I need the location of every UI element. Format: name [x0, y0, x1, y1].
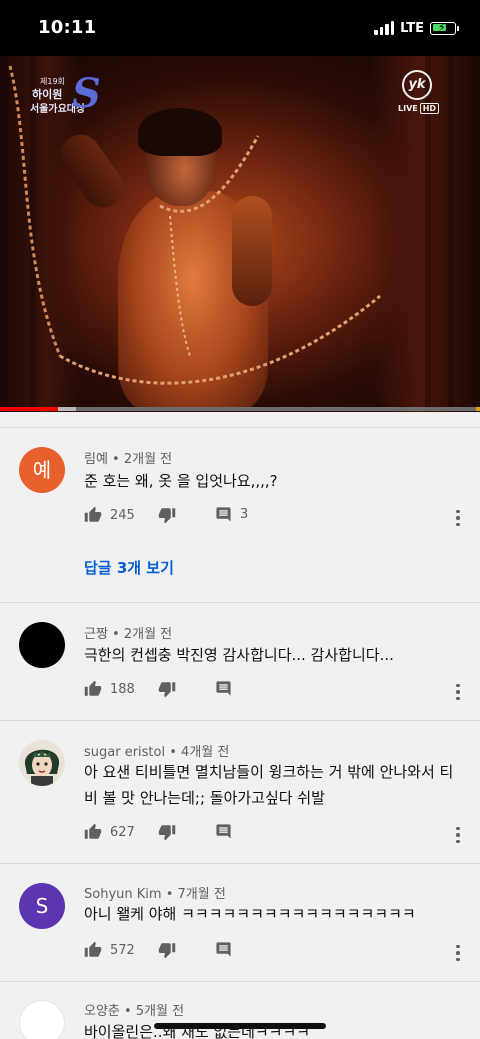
comment-meta: sugar eristol • 4개월 전 [84, 745, 230, 760]
progress-buffered [57, 407, 76, 411]
comment-actions: 627 [84, 823, 474, 847]
comment-author: 오양춘 [84, 1004, 120, 1019]
reply-count: 3 [240, 507, 249, 522]
comment-item: 오양춘 • 5개월 전 바이올린은..왜 재도 없는데ㅋㅋㅋㅋ [0, 981, 480, 1039]
comment-time: 5개월 전 [135, 1004, 185, 1019]
comment-meta: 오양춘 • 5개월 전 [84, 1004, 185, 1019]
more-vert-icon[interactable] [454, 823, 462, 847]
like-button[interactable]: 245 [84, 506, 135, 524]
reply-button[interactable] [215, 680, 232, 697]
like-button[interactable]: 627 [84, 823, 135, 841]
thumb-down-icon [158, 825, 176, 841]
like-count: 627 [110, 824, 135, 840]
status-indicators: LTE ⚡ [374, 19, 459, 37]
thumb-down-icon [158, 508, 176, 524]
comment-icon [216, 824, 231, 839]
comment-item: S Sohyun Kim • 7개월 전 아니 왤케 야해 ㅋㅋㅋㅋㅋㅋㅋㅋㅋㅋ… [0, 863, 480, 981]
comment-item: 근짱 • 2개월 전 극한의 컨셉충 박진영 감사합니다... 감사합니다...… [0, 602, 480, 720]
reply-button[interactable] [215, 823, 232, 840]
thumb-up-icon [84, 680, 102, 696]
comment-icon [216, 942, 231, 957]
video-player[interactable]: 제19회 하이원 서울가요대상 S yk LIVE HD [0, 56, 480, 412]
comment-time: 7개월 전 [177, 887, 226, 902]
comment-icon [216, 507, 231, 522]
battery-icon: ⚡ [430, 21, 459, 35]
comment-item: sugar eristol • 4개월 전 아 요샌 티비틀면 멸치남들이 윙크… [0, 720, 480, 863]
more-vert-icon[interactable] [454, 680, 462, 704]
video-progress-bar[interactable] [0, 407, 480, 411]
comment-meta: Sohyun Kim • 7개월 전 [84, 887, 226, 902]
reply-button[interactable]: 3 [215, 506, 248, 523]
reply-button[interactable] [215, 941, 232, 958]
avatar[interactable]: S [19, 883, 65, 929]
like-count: 572 [110, 942, 135, 958]
dislike-button[interactable] [158, 506, 176, 524]
avatar[interactable] [19, 1000, 65, 1039]
like-button[interactable]: 188 [84, 680, 135, 698]
like-button[interactable]: 572 [84, 941, 135, 959]
thumb-up-icon [84, 823, 102, 839]
status-time: 10:11 [38, 17, 97, 38]
comment-icon [216, 681, 231, 696]
avatar[interactable] [19, 740, 65, 786]
comment-author: Sohyun Kim [84, 887, 162, 902]
view-replies-link[interactable]: 답글 3개 보기 [84, 557, 174, 578]
dislike-button[interactable] [158, 941, 176, 959]
comment-time: 4개월 전 [181, 745, 230, 760]
thumb-up-icon [84, 941, 102, 957]
like-count: 245 [110, 507, 135, 523]
comment-author: sugar eristol [84, 745, 166, 760]
comment-meta: 림예 • 2개월 전 [84, 452, 173, 467]
comment-text: 극한의 컨셉충 박진영 감사합니다... 감사합니다... [84, 646, 394, 664]
dislike-button[interactable] [158, 680, 176, 698]
comment-text: 바이올린은..왜 재도 없는데ㅋㅋㅋㅋ [84, 1023, 311, 1039]
comment-actions: 572 [84, 941, 474, 965]
network-type: LTE [400, 20, 424, 36]
comment-time: 2개월 전 [123, 627, 173, 642]
thumb-up-icon [84, 506, 102, 522]
comment-author: 림예 [84, 452, 108, 467]
thumb-down-icon [158, 682, 176, 698]
avatar[interactable]: 예 [19, 447, 65, 493]
progress-played [0, 407, 58, 411]
comment-meta: 근짱 • 2개월 전 [84, 627, 173, 642]
thumb-down-icon [158, 943, 176, 959]
channel-logo: yk LIVE HD [398, 70, 440, 116]
status-bar: 10:11 LTE ⚡ [0, 0, 480, 56]
comment-text: 아니 왤케 야해 ㅋㅋㅋㅋㅋㅋㅋㅋㅋㅋㅋㅋㅋㅋㅋㅋㅋ [84, 905, 416, 923]
comment-text: 준 호는 왜, 옷 을 입엇나요,,,,? [84, 472, 278, 490]
dislike-button[interactable] [158, 823, 176, 841]
comment-actions: 188 [84, 680, 474, 704]
comment-text: 아 요샌 티비틀면 멸치남들이 윙크하는 거 밖에 안나와서 티비 볼 맛 안나… [84, 763, 454, 807]
signal-icon [374, 21, 395, 35]
like-count: 188 [110, 681, 135, 697]
home-indicator[interactable] [154, 1023, 326, 1029]
more-vert-icon[interactable] [454, 506, 462, 530]
avatar-illustration [19, 740, 65, 786]
comment-author: 근짱 [84, 627, 108, 642]
more-vert-icon[interactable] [454, 941, 462, 965]
broadcast-logo: 제19회 하이원 서울가요대상 S [30, 70, 101, 117]
avatar[interactable] [19, 622, 65, 668]
comment-item: 예 림예 • 2개월 전 준 호는 왜, 옷 을 입엇나요,,,,? 245 3… [0, 427, 480, 602]
comment-time: 2개월 전 [123, 452, 173, 467]
comment-actions: 245 3 [84, 506, 474, 530]
